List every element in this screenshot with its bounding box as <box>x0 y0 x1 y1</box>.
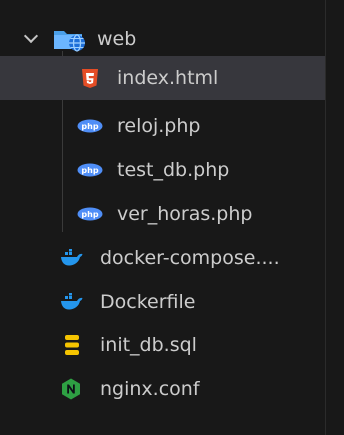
file-label: test_db.php <box>117 159 230 181</box>
file-label: index.html <box>117 67 219 89</box>
file-row-test-db-php[interactable]: php test_db.php <box>0 148 325 192</box>
file-explorer: web index.html php reloj.php php test_db… <box>0 0 325 435</box>
svg-text:php: php <box>81 210 98 219</box>
folder-row-web[interactable]: web <box>0 17 325 61</box>
nginx-icon <box>60 378 82 400</box>
docker-icon <box>60 249 84 267</box>
file-label: Dockerfile <box>100 291 196 313</box>
html5-icon <box>80 67 100 89</box>
file-label: docker-compose.... <box>100 247 280 269</box>
file-row-docker-compose[interactable]: docker-compose.... <box>0 236 325 280</box>
file-label: ver_horas.php <box>117 203 253 225</box>
file-row-ver-horas-php[interactable]: php ver_horas.php <box>0 192 325 236</box>
svg-text:php: php <box>81 122 98 131</box>
file-label: init_db.sql <box>100 334 197 356</box>
docker-icon <box>60 293 84 311</box>
file-row-reloj-php[interactable]: php reloj.php <box>0 104 325 148</box>
php-icon: php <box>76 162 104 178</box>
file-label: nginx.conf <box>100 378 200 400</box>
php-icon: php <box>76 206 104 222</box>
file-row-init-db-sql[interactable]: init_db.sql <box>0 323 325 367</box>
database-icon <box>63 334 81 356</box>
file-label: reloj.php <box>117 115 201 137</box>
file-row-dockerfile[interactable]: Dockerfile <box>0 280 325 324</box>
file-row-index-html[interactable]: index.html <box>0 56 325 100</box>
svg-text:php: php <box>81 166 98 175</box>
php-icon: php <box>76 118 104 134</box>
web-folder-icon <box>52 25 88 53</box>
folder-label: web <box>97 28 137 50</box>
chevron-down-icon <box>23 28 39 44</box>
scrollbar-track[interactable] <box>325 0 344 435</box>
file-row-nginx-conf[interactable]: nginx.conf <box>0 367 325 411</box>
